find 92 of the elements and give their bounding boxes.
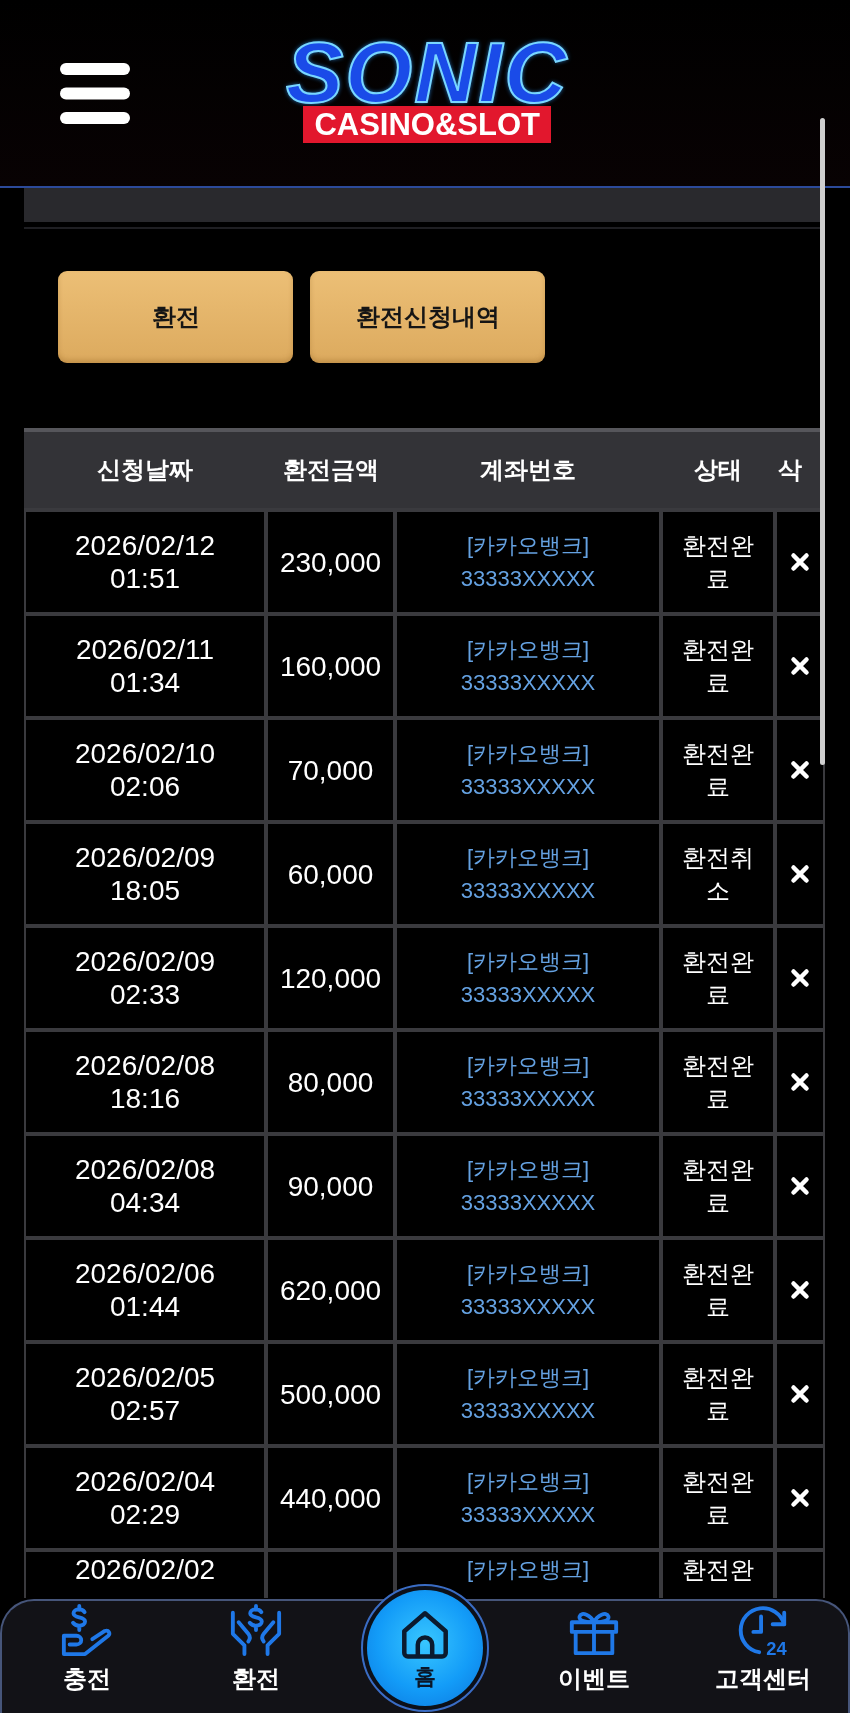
amount-text: 160,000 xyxy=(279,649,382,683)
amount-text: 440,000 xyxy=(279,1481,382,1515)
status-text: 환전완료 xyxy=(681,947,755,1010)
date-text: 2026/02/12 xyxy=(74,529,216,562)
close-icon[interactable] xyxy=(790,552,810,572)
nav-item[interactable]: 24 고객센터 xyxy=(715,1601,812,1693)
status-text: 환전완료 xyxy=(681,635,755,698)
bank-name-text: [카카오뱅크] xyxy=(466,532,590,560)
close-icon[interactable] xyxy=(790,656,810,676)
status-text: 환전완료 xyxy=(681,1051,755,1114)
time-text: 02:06 xyxy=(109,770,181,803)
bank-name-text: [카카오뱅크] xyxy=(466,844,590,872)
hands-dollar-icon xyxy=(228,1603,283,1657)
column-header: 삭 xyxy=(777,455,802,485)
action-button[interactable]: 환전신청내역 xyxy=(310,271,545,363)
date-text: 2026/02/10 xyxy=(74,737,216,770)
amount-text: 500,000 xyxy=(279,1377,382,1411)
amount-text: 120,000 xyxy=(279,961,382,995)
table-cell xyxy=(777,1552,823,1598)
close-icon[interactable] xyxy=(790,1176,810,1196)
status-text: 환전완 xyxy=(682,1557,754,1583)
bank-name-text: [카카오뱅크] xyxy=(466,1052,590,1080)
column-header: 신청날짜 xyxy=(97,455,193,485)
time-text: 04:34 xyxy=(109,1186,181,1219)
date-text: 2026/02/09 xyxy=(74,945,216,978)
bank-name-text: [카카오뱅크] xyxy=(466,740,590,768)
nav-item[interactable]: 환전 xyxy=(228,1601,283,1693)
amount-text: 80,000 xyxy=(287,1065,374,1099)
account-number-text: 33333XXXXX xyxy=(460,669,596,697)
menu-icon[interactable] xyxy=(60,63,130,124)
amount-text: 230,000 xyxy=(279,545,382,579)
account-number-text: 33333XXXXX xyxy=(460,877,596,905)
bank-name-text: [카카오뱅크] xyxy=(466,948,590,976)
status-text: 환전완료 xyxy=(681,1155,755,1218)
home-button[interactable]: 홈 xyxy=(361,1584,489,1712)
close-icon[interactable] xyxy=(790,1384,810,1404)
date-text: 2026/02/11 xyxy=(75,633,215,666)
time-text: 01:34 xyxy=(109,666,181,699)
nav-item[interactable]: 충전 xyxy=(59,1601,114,1693)
column-header: 환전금액 xyxy=(282,455,379,485)
bank-name-text: [카카오뱅크] xyxy=(466,636,590,664)
date-text: 2026/02/05 xyxy=(74,1361,216,1394)
time-text: 01:44 xyxy=(109,1290,181,1323)
close-icon[interactable] xyxy=(790,968,810,988)
amount-text: 90,000 xyxy=(287,1169,374,1203)
action-button[interactable]: 환전 xyxy=(58,271,293,363)
status-text: 환전완료 xyxy=(681,1467,755,1530)
account-number-text: 33333XXXXX xyxy=(460,565,596,593)
close-icon[interactable] xyxy=(790,864,810,884)
bank-name-text: [카카오뱅크] xyxy=(466,1260,590,1288)
status-text: 환전취소 xyxy=(681,843,755,906)
account-number-text: 33333XXXXX xyxy=(460,1293,596,1321)
close-icon[interactable] xyxy=(790,1280,810,1300)
bank-name-text: [카카오뱅크] xyxy=(466,1156,590,1184)
time-text: 02:29 xyxy=(109,1498,181,1531)
scrollbar[interactable] xyxy=(820,118,825,765)
status-text: 환전완료 xyxy=(681,531,755,594)
logo-title: SONIC xyxy=(285,38,570,106)
time-text: 01:51 xyxy=(109,562,181,595)
column-header: 상태 xyxy=(694,455,742,485)
date-text: 2026/02/08 xyxy=(74,1153,216,1186)
date-text: 2026/02/08 xyxy=(74,1049,216,1082)
account-number-text: 33333XXXXX xyxy=(460,1397,596,1425)
bank-name-text: [카카오뱅크] xyxy=(466,1557,590,1583)
date-text: 2026/02/09 xyxy=(74,841,216,874)
status-text: 환전완료 xyxy=(681,739,755,802)
logo-subtitle: CASINO&SLOT xyxy=(303,106,551,143)
account-number-text: 33333XXXXX xyxy=(460,1189,596,1217)
time-text: 02:33 xyxy=(109,978,181,1011)
status-text: 환전완료 xyxy=(681,1259,755,1322)
time-text: 18:05 xyxy=(109,874,181,907)
close-icon[interactable] xyxy=(790,1488,810,1508)
status-text: 환전완료 xyxy=(681,1363,755,1426)
bank-name-text: [카카오뱅크] xyxy=(466,1364,590,1392)
account-number-text: 33333XXXXX xyxy=(460,1085,596,1113)
time-text: 02:57 xyxy=(109,1394,181,1427)
account-number-text: 33333XXXXX xyxy=(460,981,596,1009)
column-header: 계좌번호 xyxy=(480,455,576,485)
date-text: 2026/02/04 xyxy=(74,1465,216,1498)
close-icon[interactable] xyxy=(790,1072,810,1092)
date-text: 2026/02/02 xyxy=(74,1557,216,1583)
account-number-text: 33333XXXXX xyxy=(460,1501,596,1529)
amount-text: 60,000 xyxy=(287,857,374,891)
amount-text: 70,000 xyxy=(287,753,374,787)
time-text: 18:16 xyxy=(109,1082,181,1115)
close-icon[interactable] xyxy=(790,760,810,780)
account-number-text: 33333XXXXX xyxy=(460,773,596,801)
bank-name-text: [카카오뱅크] xyxy=(466,1468,590,1496)
date-text: 2026/02/06 xyxy=(74,1257,216,1290)
amount-text: 620,000 xyxy=(279,1273,382,1307)
nav-item[interactable]: 이벤트 xyxy=(558,1601,631,1693)
hand-dollar-icon xyxy=(59,1603,114,1657)
